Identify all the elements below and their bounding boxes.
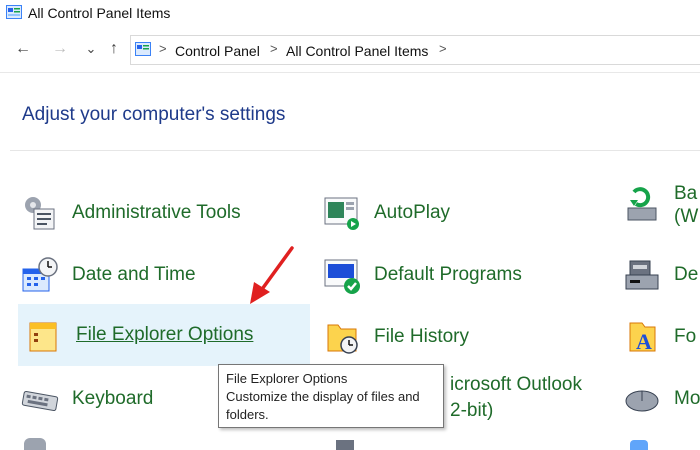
- item-file-history[interactable]: File History: [322, 314, 469, 360]
- breadcrumb-separator-icon: >: [270, 41, 278, 56]
- item-label: De: [674, 264, 699, 285]
- admin-tools-icon: [25, 197, 55, 230]
- item-backup[interactable]: Ba (W: [622, 182, 698, 228]
- item-fonts[interactable]: A Fo: [622, 314, 696, 360]
- svg-text:A: A: [636, 329, 652, 354]
- item-label: AutoPlay: [374, 202, 451, 223]
- divider: [10, 150, 700, 151]
- autoplay-icon: [324, 197, 359, 230]
- item-label: Mo: [674, 388, 700, 409]
- tooltip-description: Customize the display of files and folde…: [226, 389, 420, 422]
- item-label: File History: [374, 326, 470, 347]
- recent-locations-button[interactable]: ⌄: [80, 36, 102, 62]
- fonts-icon: A: [629, 322, 656, 354]
- page-heading: Adjust your computer's settings: [22, 104, 286, 125]
- item-mail-outlook[interactable]: icrosoft Outlook 2-bit): [450, 372, 582, 421]
- item-administrative-tools[interactable]: Administrative Tools: [20, 190, 241, 236]
- item-date-and-time[interactable]: Date and Time: [20, 252, 196, 298]
- breadcrumb-all-items[interactable]: All Control Panel Items: [286, 43, 428, 59]
- breadcrumb-separator-icon[interactable]: >: [439, 41, 447, 56]
- address-bar[interactable]: > Control Panel > All Control Panel Item…: [130, 35, 700, 65]
- up-button[interactable]: ↑: [103, 36, 125, 62]
- file-history-icon: [327, 324, 358, 354]
- item-mouse[interactable]: Mo: [622, 376, 700, 422]
- item-autoplay[interactable]: AutoPlay: [322, 190, 450, 236]
- item-label: Date and Time: [72, 264, 196, 285]
- control-panel-icon: [6, 5, 22, 19]
- tooltip-title: File Explorer Options: [226, 371, 348, 386]
- chevron-down-icon: ⌄: [85, 41, 97, 56]
- item-default-programs[interactable]: Default Programs: [322, 252, 522, 298]
- item-label: Administrative Tools: [72, 202, 241, 223]
- annotation-arrow-icon: [250, 246, 294, 304]
- item-keyboard[interactable]: Keyboard: [20, 376, 153, 422]
- item-label: Keyboard: [72, 388, 154, 409]
- breadcrumb-separator-icon: >: [159, 41, 167, 56]
- item-file-explorer-options[interactable]: File Explorer Options: [18, 304, 310, 366]
- mouse-icon: [625, 390, 659, 412]
- item-label: File Explorer Options: [76, 324, 254, 345]
- control-panel-icon: [135, 42, 151, 56]
- tooltip: File Explorer Options Customize the disp…: [218, 364, 444, 428]
- back-button[interactable]: ←: [12, 36, 34, 62]
- item-device-manager[interactable]: De: [622, 252, 698, 298]
- up-arrow-icon: ↑: [110, 40, 118, 57]
- default-programs-icon: [324, 259, 360, 294]
- partial-item-icon: [630, 440, 648, 450]
- partial-item-icon: [336, 440, 354, 450]
- partial-item-icon: [24, 438, 46, 450]
- forward-button[interactable]: →: [49, 36, 71, 62]
- folder-options-icon: [29, 322, 57, 352]
- backup-icon: [627, 187, 657, 221]
- navigation-bar: ← → ⌄ ↑ > Control Panel > All Control Pa…: [0, 28, 700, 73]
- item-label-partial: Ba (W: [674, 183, 699, 227]
- forward-arrow-icon: →: [52, 40, 68, 57]
- item-label-partial: icrosoft Outlook 2-bit): [450, 374, 582, 421]
- item-label: Fo: [674, 326, 697, 347]
- breadcrumb-control-panel[interactable]: Control Panel: [175, 43, 260, 59]
- item-label: Default Programs: [374, 264, 522, 285]
- title-bar: All Control Panel Items: [0, 0, 700, 26]
- device-manager-icon: [625, 260, 659, 290]
- date-time-icon: [22, 257, 58, 292]
- back-arrow-icon: ←: [15, 40, 31, 57]
- keyboard-icon: [21, 390, 59, 412]
- window-title: All Control Panel Items: [28, 5, 171, 21]
